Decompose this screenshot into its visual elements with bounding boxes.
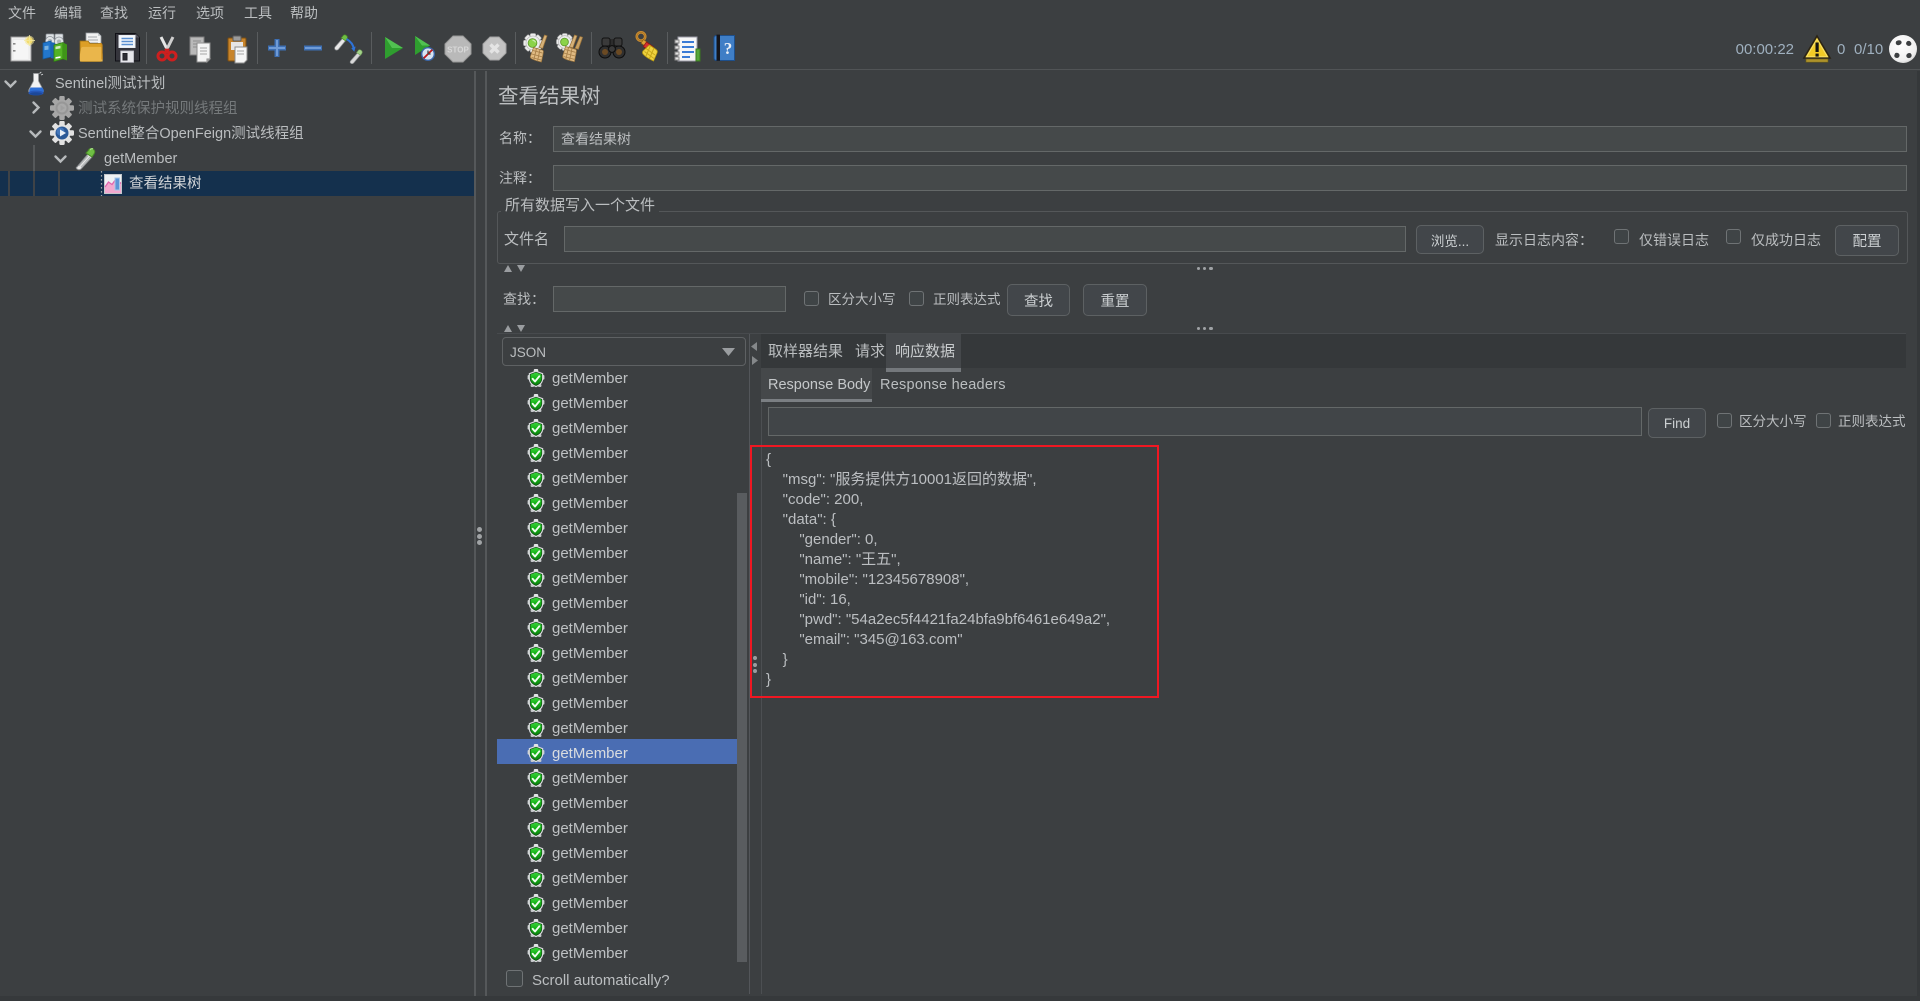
svg-text:?: ? [724,39,733,58]
svg-text:STOP: STOP [447,46,469,55]
